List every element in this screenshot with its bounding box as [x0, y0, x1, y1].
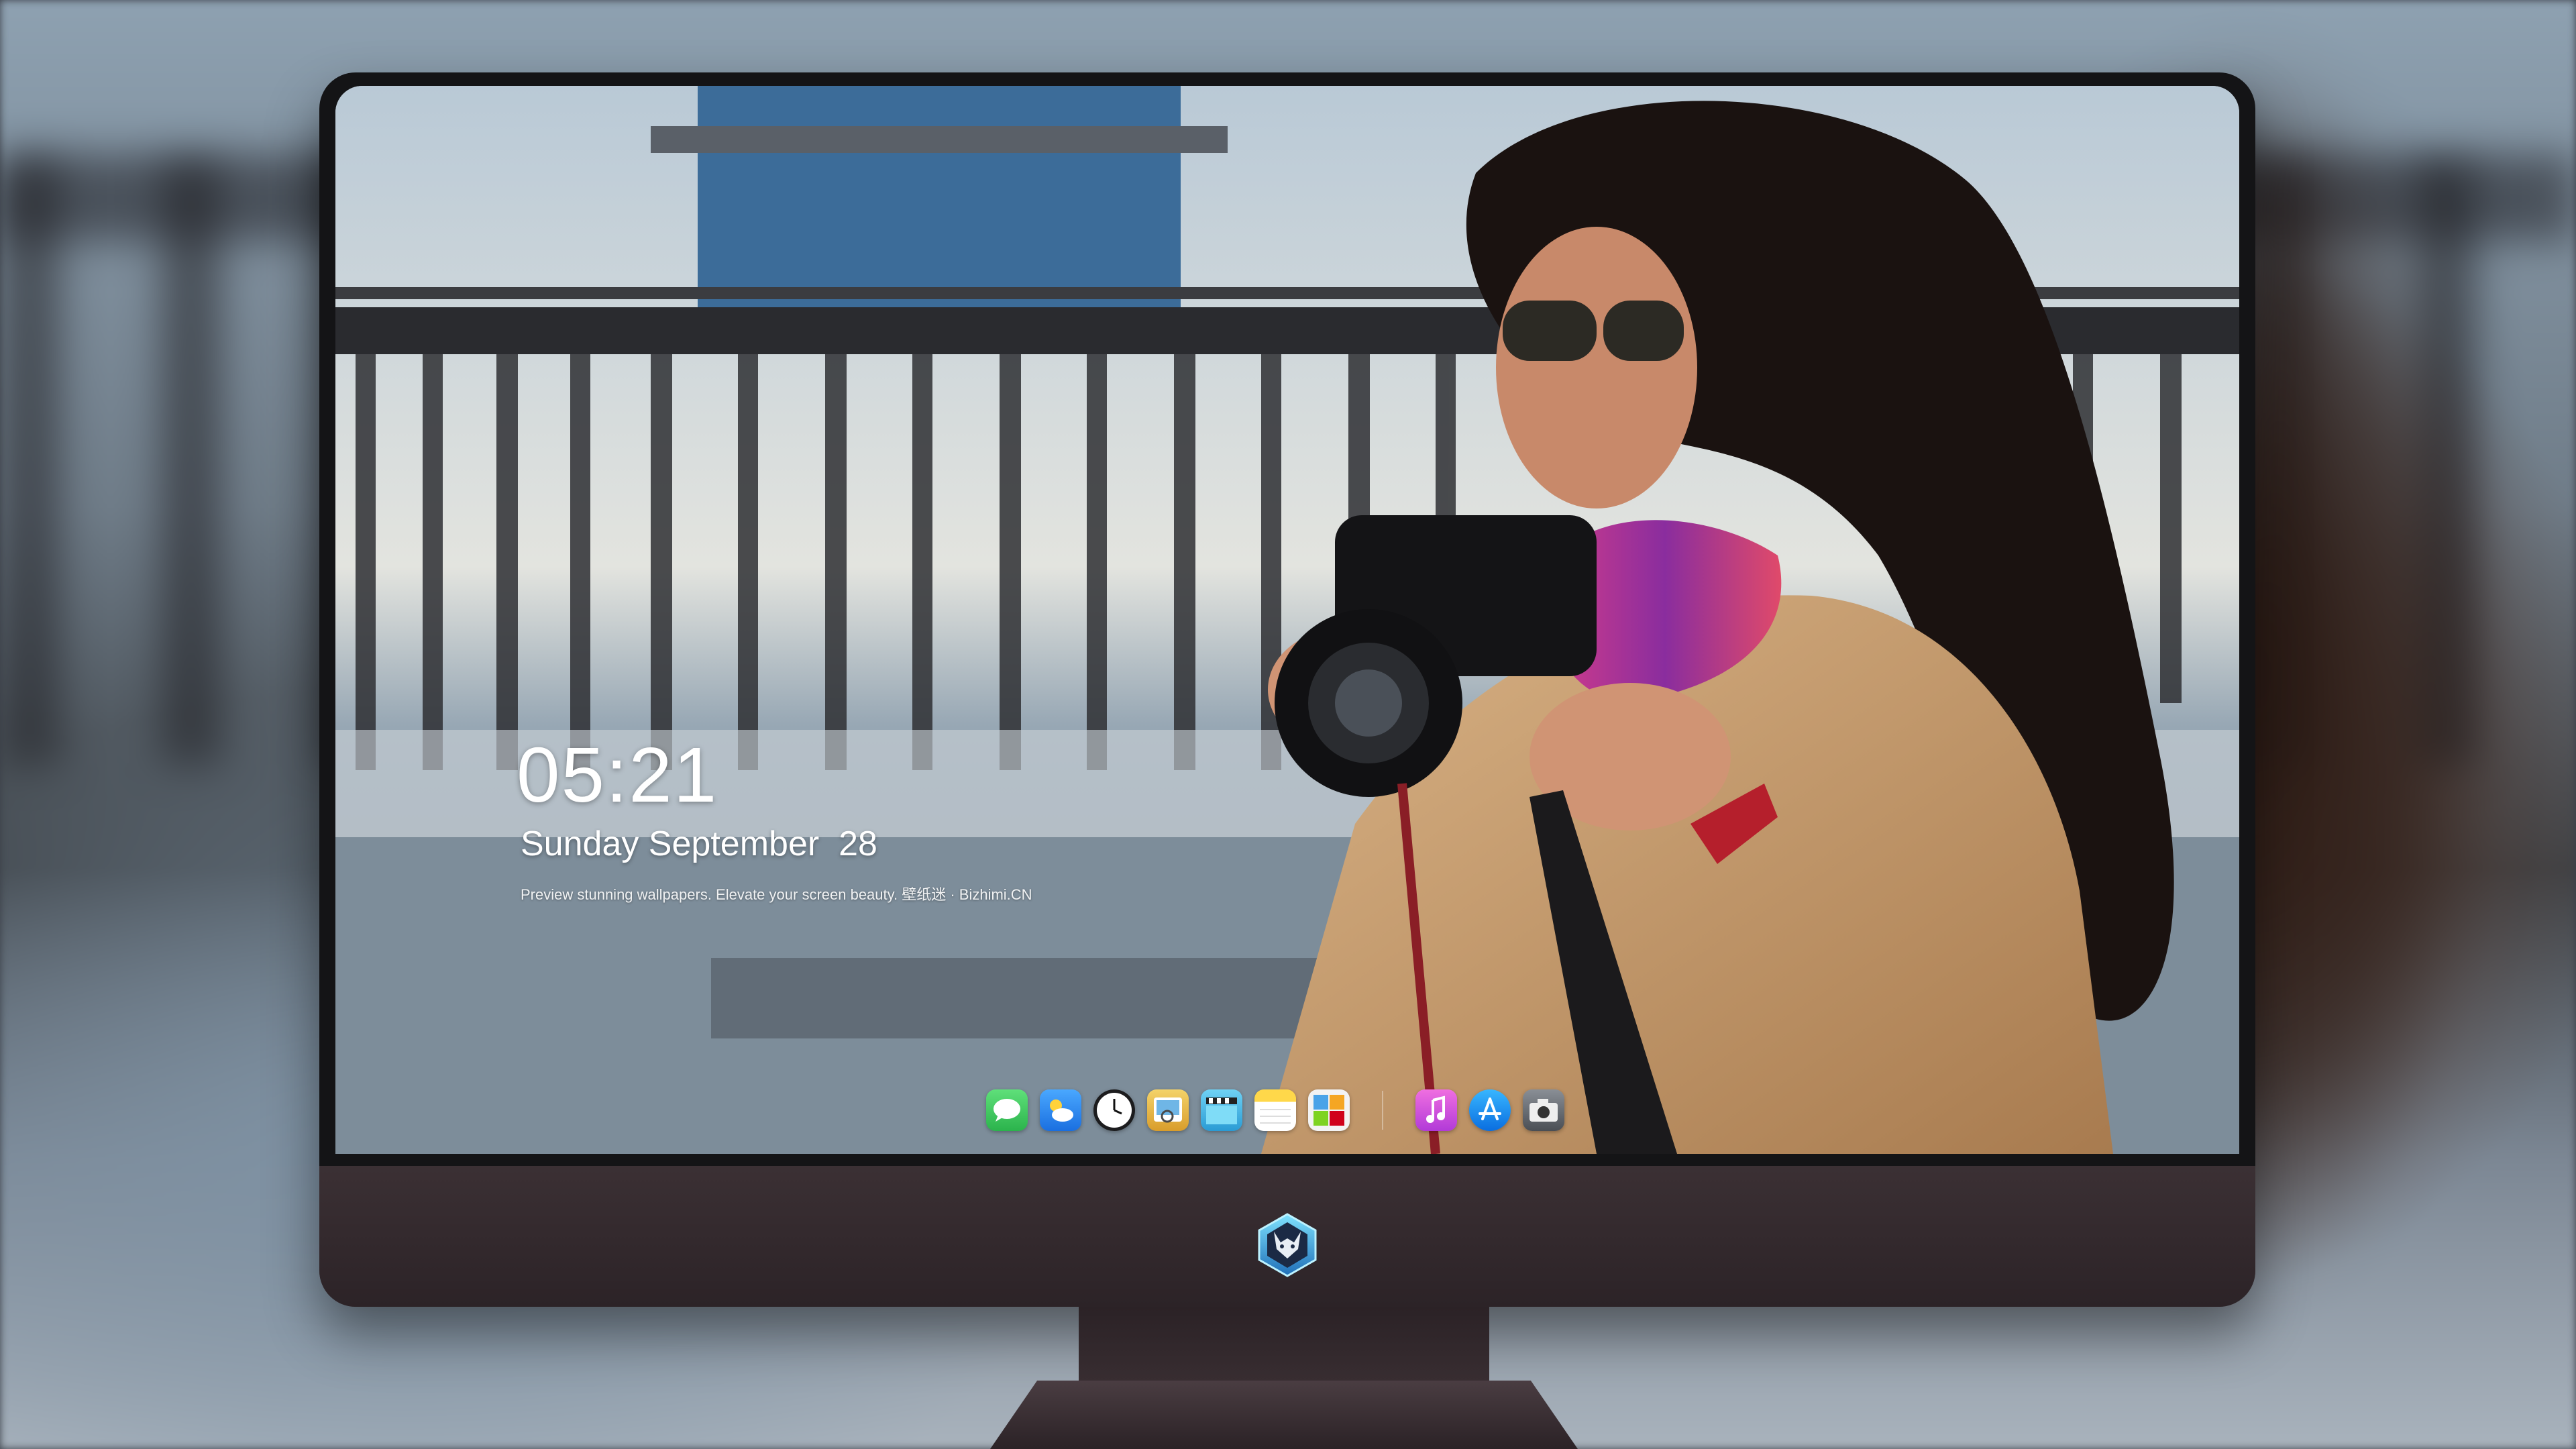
lockscreen-tagline: Preview stunning wallpapers. Elevate you… — [521, 886, 1032, 903]
photo-booth-icon[interactable] — [1308, 1089, 1350, 1131]
screen: 05:21 Sunday September 28 Preview stunni… — [335, 86, 2239, 1154]
wolf-logo-icon — [1258, 1213, 1317, 1277]
dock-separator — [1382, 1091, 1383, 1130]
wallpaper-image — [335, 86, 2239, 1154]
app-store-icon[interactable] — [1469, 1089, 1511, 1131]
weather-icon[interactable] — [1040, 1089, 1081, 1131]
notes-icon[interactable] — [1254, 1089, 1296, 1131]
lockscreen-time: 05:21 — [517, 731, 718, 818]
monitor-chin — [319, 1166, 2255, 1307]
camera-icon[interactable] — [1523, 1089, 1564, 1131]
clips-icon[interactable] — [1201, 1089, 1242, 1131]
clock-icon[interactable] — [1093, 1089, 1135, 1131]
monitor-stand-base — [990, 1381, 1578, 1449]
lockscreen-date: Sunday September 28 — [521, 824, 877, 863]
music-icon[interactable] — [1415, 1089, 1457, 1131]
dock — [986, 1085, 1564, 1135]
messages-icon[interactable] — [986, 1089, 1028, 1131]
preview-icon[interactable] — [1147, 1089, 1189, 1131]
